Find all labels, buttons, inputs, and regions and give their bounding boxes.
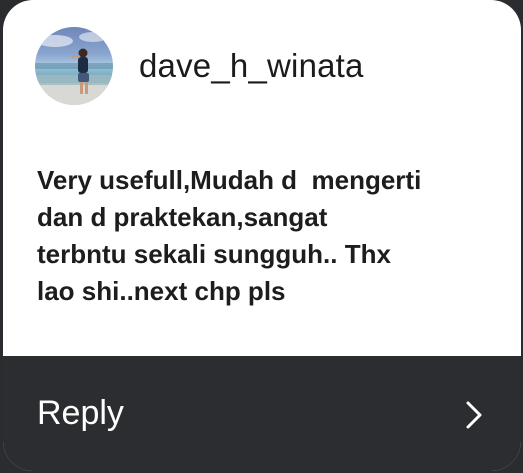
username[interactable]: dave_h_winata (139, 47, 364, 85)
avatar[interactable] (35, 27, 113, 105)
comment-text: Very usefull,Mudah d mengerti dan d prak… (37, 165, 422, 306)
comment-header: dave_h_winata (35, 25, 364, 107)
reply-bar[interactable]: Reply (3, 356, 521, 471)
comment-card: dave_h_winata Very usefull,Mudah d menge… (3, 0, 521, 471)
avatar-photo-icon (35, 32, 113, 105)
chevron-right-icon[interactable] (465, 400, 483, 430)
reply-button-label[interactable]: Reply (37, 394, 124, 433)
